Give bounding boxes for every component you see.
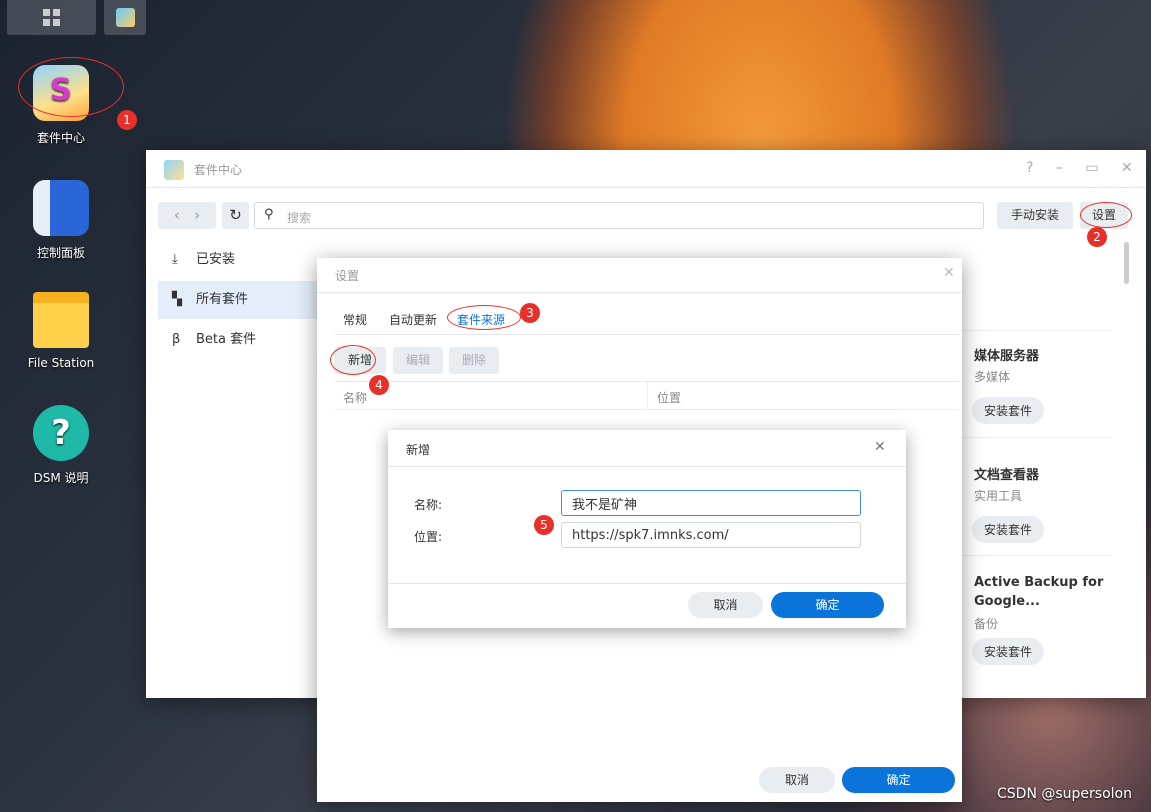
close-icon[interactable]: ✕ bbox=[943, 265, 955, 281]
annotation-badge: 4 bbox=[369, 375, 389, 395]
search-input[interactable]: ⚲ 搜索 bbox=[254, 202, 984, 229]
location-input[interactable] bbox=[561, 522, 861, 548]
grid-icon: ▚ bbox=[172, 292, 182, 307]
column-name[interactable]: 名称 bbox=[343, 389, 367, 406]
package-center-icon bbox=[164, 160, 184, 180]
tab-auto-update[interactable]: 自动更新 bbox=[389, 311, 437, 328]
beta-icon: β bbox=[172, 332, 181, 347]
back-icon[interactable]: ‹ bbox=[174, 206, 180, 224]
column-location[interactable]: 位置 bbox=[657, 389, 681, 406]
install-button[interactable]: 安装套件 bbox=[972, 516, 1045, 543]
nav-back-forward[interactable]: ‹ › bbox=[158, 202, 216, 229]
desktop-icon-label: 套件中心 bbox=[36, 131, 85, 145]
location-label: 位置: bbox=[414, 530, 443, 544]
maximize-icon[interactable]: ▭ bbox=[1085, 160, 1098, 176]
delete-button[interactable]: 删除 bbox=[449, 347, 499, 374]
sidebar-item-beta[interactable]: β Beta 套件 bbox=[158, 321, 318, 359]
annotation-badge: 5 bbox=[534, 515, 554, 535]
card-subtitle: 实用工具 bbox=[974, 489, 1023, 503]
search-placeholder: 搜索 bbox=[287, 211, 312, 225]
manual-install-button[interactable]: 手动安装 bbox=[997, 202, 1073, 229]
dialog-title: 设置 bbox=[335, 269, 360, 283]
install-button[interactable]: 安装套件 bbox=[972, 638, 1045, 665]
card-title: Active Backup for Google... bbox=[974, 575, 1104, 609]
cancel-button[interactable]: 取消 bbox=[688, 592, 763, 618]
card-subtitle: 备份 bbox=[974, 617, 999, 631]
sidebar-item-label: Beta 套件 bbox=[196, 332, 257, 347]
help-icon: ? bbox=[33, 405, 89, 461]
close-icon[interactable]: ✕ bbox=[1121, 160, 1133, 176]
forward-icon[interactable]: › bbox=[194, 206, 200, 224]
install-button[interactable]: 安装套件 bbox=[972, 397, 1045, 424]
desktop-icon-file-station[interactable]: File Station bbox=[6, 292, 116, 370]
main-menu-button[interactable] bbox=[7, 0, 96, 35]
sidebar-item-all-packages[interactable]: ▚ 所有套件 bbox=[158, 281, 318, 319]
desktop-icon-label: 控制面板 bbox=[36, 246, 85, 260]
minimize-icon[interactable]: – bbox=[1056, 160, 1063, 176]
folder-icon bbox=[33, 292, 89, 348]
cancel-button[interactable]: 取消 bbox=[759, 767, 835, 793]
control-panel-icon bbox=[33, 180, 89, 236]
package-card[interactable]: Active Backup for Google... 备份安装套件 bbox=[962, 555, 1112, 672]
annotation-oval bbox=[330, 345, 376, 375]
tab-general[interactable]: 常规 bbox=[343, 311, 367, 328]
annotation-oval bbox=[18, 57, 124, 117]
card-title: 文档查看器 bbox=[974, 468, 1040, 483]
window-controls: ? – ▭ ✕ bbox=[1026, 160, 1133, 176]
ok-button[interactable]: 确定 bbox=[842, 767, 955, 793]
close-icon[interactable]: ✕ bbox=[874, 439, 886, 455]
annotation-badge: 1 bbox=[117, 110, 137, 130]
refresh-icon: ↻ bbox=[229, 206, 242, 224]
watermark: CSDN @supersolon bbox=[997, 786, 1132, 802]
grid-icon bbox=[43, 9, 60, 26]
package-center-icon bbox=[116, 8, 135, 27]
package-card[interactable]: 文档查看器实用工具安装套件 bbox=[962, 437, 1112, 554]
desktop-icon-dsm-help[interactable]: ? DSM 说明 bbox=[6, 405, 116, 486]
desktop-icon-control-panel[interactable]: 控制面板 bbox=[6, 180, 116, 261]
sidebar-item-installed[interactable]: ⤓ 已安装 bbox=[158, 241, 318, 279]
edit-button[interactable]: 编辑 bbox=[393, 347, 443, 374]
help-icon[interactable]: ? bbox=[1026, 160, 1033, 176]
scrollbar[interactable] bbox=[1124, 242, 1129, 284]
sidebar-item-label: 已安装 bbox=[196, 252, 236, 267]
annotation-oval bbox=[447, 305, 521, 330]
sidebar-item-label: 所有套件 bbox=[196, 292, 249, 307]
table-header: 名称 位置 bbox=[335, 381, 959, 410]
taskbar-package-center[interactable] bbox=[104, 0, 146, 35]
annotation-oval bbox=[1080, 202, 1132, 228]
card-subtitle: 多媒体 bbox=[974, 370, 1011, 384]
refresh-button[interactable]: ↻ bbox=[222, 202, 249, 229]
window-title: 套件中心 bbox=[194, 163, 243, 177]
download-icon: ⤓ bbox=[172, 252, 178, 267]
card-title: 媒体服务器 bbox=[974, 349, 1040, 364]
annotation-badge: 2 bbox=[1087, 227, 1107, 247]
search-icon: ⚲ bbox=[264, 207, 274, 222]
ok-button[interactable]: 确定 bbox=[771, 592, 884, 618]
desktop-icon-label: File Station bbox=[27, 356, 95, 370]
dialog-title: 新增 bbox=[406, 443, 431, 457]
add-source-dialog: 新增 ✕ 名称: 位置: 取消 确定 bbox=[388, 430, 906, 628]
package-card[interactable]: 媒体服务器多媒体安装套件 bbox=[962, 330, 1112, 436]
name-label: 名称: bbox=[414, 498, 443, 512]
name-input[interactable] bbox=[561, 490, 861, 516]
annotation-badge: 3 bbox=[520, 303, 540, 323]
desktop-icon-label: DSM 说明 bbox=[33, 471, 89, 485]
